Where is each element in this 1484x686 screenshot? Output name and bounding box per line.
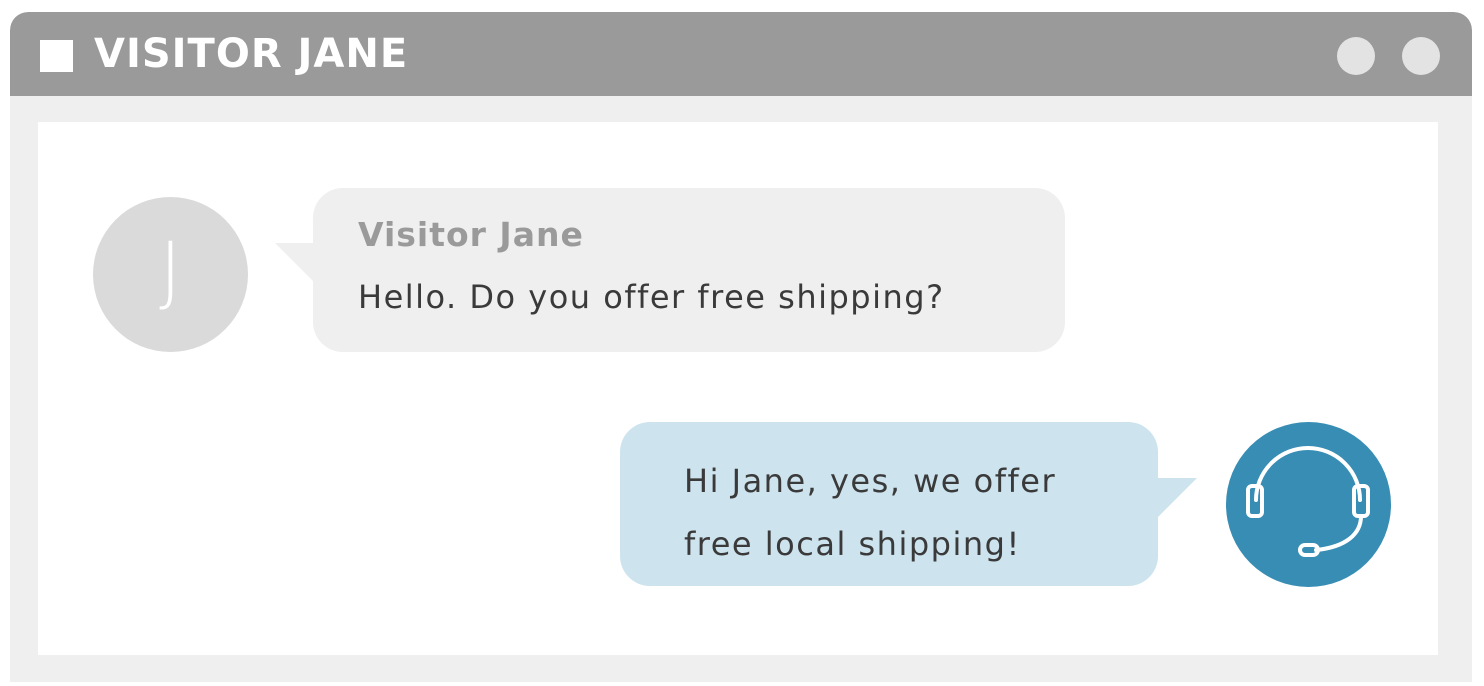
avatar-initial: J	[159, 225, 182, 314]
title-bar: VISITOR JANE	[10, 12, 1472, 96]
sender-name: Visitor Jane	[358, 215, 584, 254]
chat-content: J Visitor Jane Hello. Do you offer free …	[38, 122, 1438, 655]
outgoing-bubble-tail	[1157, 478, 1197, 518]
headset-icon	[1246, 446, 1370, 557]
incoming-bubble-tail	[275, 243, 315, 283]
window-button-circle-icon[interactable]	[1337, 37, 1375, 75]
window-title: VISITOR JANE	[94, 31, 409, 77]
outgoing-message-text: Hi Jane, yes, we offer free local shippi…	[684, 462, 1057, 563]
outgoing-message-bubble: Hi Jane, yes, we offer free local shippi…	[620, 422, 1158, 586]
square-icon	[40, 40, 73, 72]
chat-window: VISITOR JANE J Visitor Jane Hello. Do yo…	[10, 12, 1472, 682]
agent-avatar	[1226, 422, 1391, 587]
incoming-message-bubble: Visitor Jane Hello. Do you offer free sh…	[313, 188, 1065, 352]
window-button-circle-icon[interactable]	[1402, 37, 1440, 75]
visitor-avatar: J	[93, 197, 248, 352]
incoming-message-text: Hello. Do you offer free shipping?	[358, 278, 945, 316]
